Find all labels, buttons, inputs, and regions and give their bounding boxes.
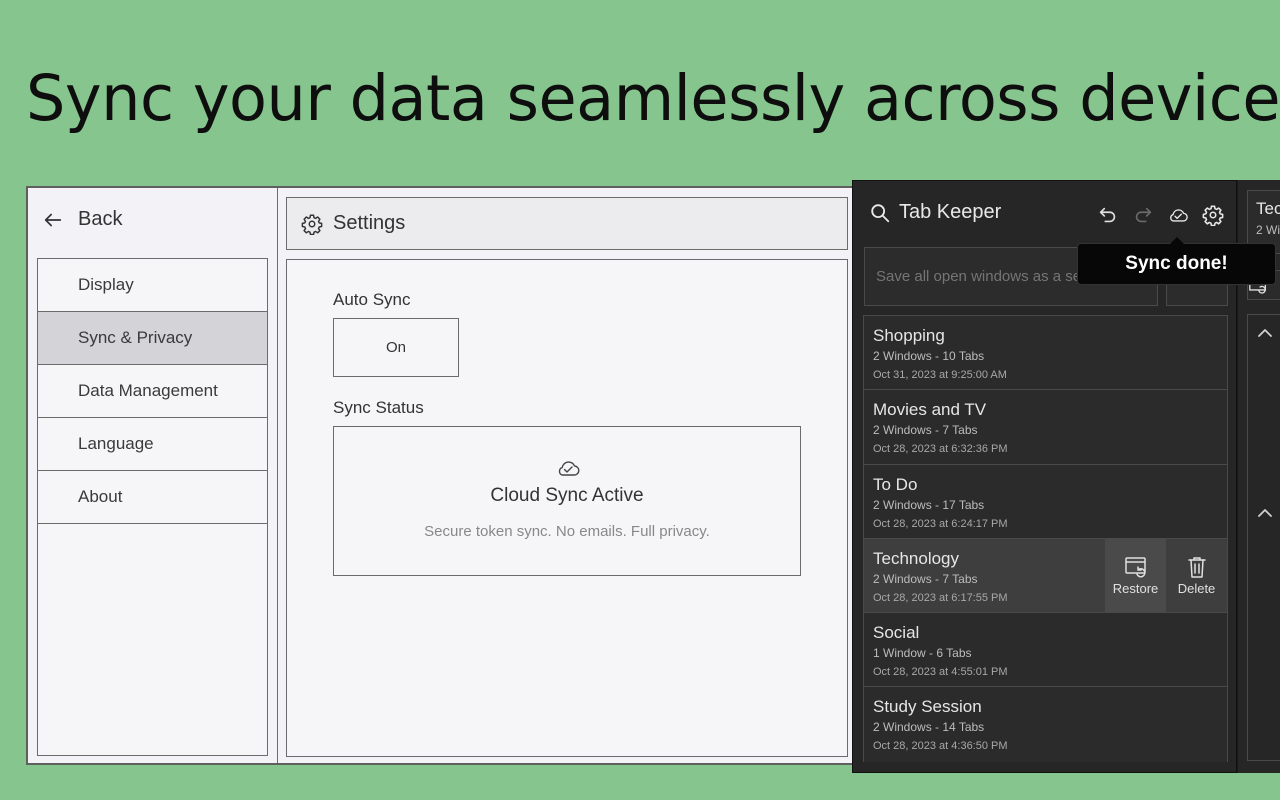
restore-window-icon bbox=[1124, 556, 1146, 578]
chevron-up-icon[interactable] bbox=[1256, 507, 1274, 519]
settings-nav: Display Sync & Privacy Data Management L… bbox=[37, 258, 268, 756]
session-date: Oct 28, 2023 at 4:55:01 PM bbox=[873, 666, 1008, 679]
session-title: Shopping bbox=[873, 326, 945, 345]
gear-icon bbox=[301, 214, 323, 235]
status-title: Cloud Sync Active bbox=[490, 485, 644, 506]
session-row[interactable]: Movies and TV 2 Windows - 7 Tabs Oct 28,… bbox=[864, 390, 1227, 465]
chevron-up-icon[interactable] bbox=[1256, 327, 1274, 339]
nav-item-label: Data Management bbox=[78, 381, 218, 400]
delete-label: Delete bbox=[1177, 580, 1216, 596]
session-date: Oct 28, 2023 at 4:36:50 PM bbox=[873, 740, 1008, 753]
redo-icon bbox=[1135, 207, 1151, 222]
settings-header: Settings bbox=[286, 197, 848, 250]
cloud-sync-button[interactable] bbox=[1165, 202, 1190, 227]
selected-session-counts: 2 Windows - 7 Tabs bbox=[1256, 223, 1280, 237]
session-counts: 2 Windows - 7 Tabs bbox=[873, 571, 978, 586]
trash-icon bbox=[1187, 556, 1206, 578]
settings-button[interactable] bbox=[1200, 202, 1225, 227]
session-row[interactable]: Study Session 2 Windows - 14 Tabs Oct 28… bbox=[864, 687, 1227, 762]
undo-button[interactable] bbox=[1095, 202, 1120, 227]
back-label: Back bbox=[78, 208, 123, 230]
nav-item-sync-privacy[interactable]: Sync & Privacy bbox=[38, 312, 267, 365]
search-icon[interactable] bbox=[869, 202, 891, 224]
session-counts: 2 Windows - 17 Tabs bbox=[873, 497, 985, 512]
settings-sidebar: Back Display Sync & Privacy Data Managem… bbox=[28, 188, 278, 763]
redo-button[interactable] bbox=[1130, 202, 1155, 227]
back-button[interactable]: Back bbox=[42, 208, 122, 231]
window-list bbox=[1247, 314, 1280, 761]
nav-item-data-management[interactable]: Data Management bbox=[38, 365, 267, 418]
tab-keeper-header: Tab Keeper bbox=[869, 201, 1001, 224]
session-date: Oct 28, 2023 at 6:24:17 PM bbox=[873, 517, 1008, 530]
restore-label: Restore bbox=[1112, 580, 1159, 596]
session-date: Oct 28, 2023 at 6:17:55 PM bbox=[873, 591, 1008, 604]
settings-content: Auto Sync On Sync Status Cloud Sync Acti… bbox=[286, 259, 848, 757]
cloud-check-icon bbox=[1169, 208, 1188, 222]
session-counts: 2 Windows - 14 Tabs bbox=[873, 720, 985, 735]
nav-item-label: About bbox=[78, 487, 123, 506]
sync-status-card: Cloud Sync Active Secure token sync. No … bbox=[333, 426, 801, 576]
auto-sync-toggle[interactable]: On bbox=[333, 318, 459, 377]
cloud-check-icon bbox=[558, 461, 580, 476]
nav-item-language[interactable]: Language bbox=[38, 418, 267, 471]
tab-keeper-panel: Tab Keeper Sync done! Shopping 2 Windows… bbox=[852, 180, 1276, 773]
nav-item-label: Display bbox=[78, 275, 134, 294]
undo-icon bbox=[1099, 207, 1115, 222]
session-actions: Restore Delete bbox=[1105, 538, 1227, 613]
session-title: Study Session bbox=[873, 697, 982, 717]
gear-icon bbox=[1202, 205, 1223, 226]
arrow-left-icon bbox=[44, 213, 62, 226]
auto-sync-value: On bbox=[385, 339, 406, 356]
auto-sync-label: Auto Sync bbox=[333, 290, 411, 309]
toolbar bbox=[1095, 202, 1225, 227]
session-counts: 1 Window - 6 Tabs bbox=[873, 646, 972, 661]
session-row[interactable]: Social 1 Window - 6 Tabs Oct 28, 2023 at… bbox=[864, 613, 1227, 688]
settings-window: Back Display Sync & Privacy Data Managem… bbox=[26, 186, 866, 765]
nav-item-label: Sync & Privacy bbox=[78, 328, 193, 347]
session-title: Movies and TV bbox=[873, 400, 987, 420]
page-title: Settings bbox=[333, 212, 406, 234]
session-row[interactable]: Technology 2 Windows - 7 Tabs Oct 28, 20… bbox=[864, 538, 1227, 614]
nav-item-display[interactable]: Display bbox=[38, 259, 267, 312]
session-row[interactable]: Shopping 2 Windows - 10 Tabs Oct 31, 202… bbox=[864, 316, 1227, 391]
restore-button[interactable]: Restore bbox=[1105, 538, 1166, 613]
session-date: Oct 31, 2023 at 9:25:00 AM bbox=[873, 369, 1007, 381]
session-title: Technology bbox=[873, 548, 960, 568]
sync-status-label: Sync Status bbox=[333, 398, 424, 417]
session-title: To Do bbox=[873, 474, 918, 494]
session-list: Shopping 2 Windows - 10 Tabs Oct 31, 202… bbox=[863, 315, 1228, 762]
session-counts: 2 Windows - 7 Tabs bbox=[873, 423, 978, 438]
headline: Sync your data seamlessly across devices… bbox=[26, 62, 1280, 135]
selected-session-title: Technology bbox=[1256, 199, 1280, 218]
session-title: Social bbox=[873, 623, 920, 643]
delete-button[interactable]: Delete bbox=[1166, 539, 1227, 612]
nav-item-label: Language bbox=[78, 434, 154, 453]
status-subtitle: Secure token sync. No emails. Full priva… bbox=[424, 523, 710, 540]
session-row[interactable]: To Do 2 Windows - 17 Tabs Oct 28, 2023 a… bbox=[864, 464, 1227, 539]
session-counts: 2 Windows - 10 Tabs bbox=[873, 349, 985, 363]
session-date: Oct 28, 2023 at 6:32:36 PM bbox=[873, 443, 1008, 456]
sync-done-tooltip: Sync done! bbox=[1077, 237, 1276, 285]
app-title: Tab Keeper bbox=[899, 201, 1002, 223]
nav-item-about[interactable]: About bbox=[38, 471, 267, 524]
